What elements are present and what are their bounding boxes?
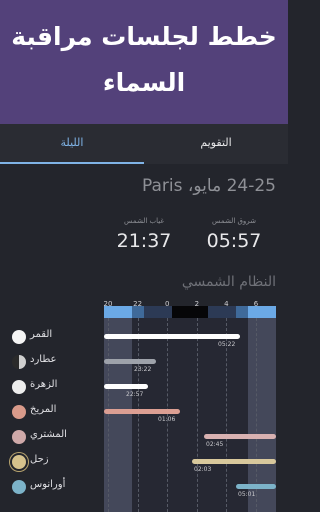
twilight-strip bbox=[104, 306, 276, 318]
headline-line1: خطط لجلسات مراقبة bbox=[11, 22, 277, 51]
headline: خطط لجلسات مراقبة السماء bbox=[0, 14, 288, 106]
tab-calendar[interactable]: التقويم bbox=[144, 124, 288, 164]
tab-tonight[interactable]: الليلة bbox=[0, 124, 144, 164]
visibility-bar bbox=[104, 359, 156, 364]
hour-gridline bbox=[196, 318, 198, 512]
planet-row[interactable]: زحل bbox=[0, 451, 104, 471]
visibility-time: 02:03 bbox=[194, 466, 212, 473]
visibility-time: 05:01 bbox=[238, 491, 256, 498]
tonight-panel: 24-25 مايو، Paris شروق الشمس 05:57 غياب … bbox=[0, 164, 288, 512]
visibility-time: 01:06 bbox=[158, 416, 176, 423]
morning-daylight bbox=[248, 312, 276, 512]
planet-row[interactable]: المشتري bbox=[0, 426, 104, 446]
jupiter-icon bbox=[12, 430, 26, 444]
planet-name: المريخ bbox=[30, 404, 57, 415]
visibility-time: 05:22 bbox=[218, 341, 236, 348]
planet-timeline[interactable]: 05:22 23:22 22:57 01:06 02:45 02:03 05:01 bbox=[104, 306, 276, 512]
venus-icon bbox=[12, 380, 26, 394]
planet-name: عطارد bbox=[30, 354, 57, 365]
app-header: خطط لجلسات مراقبة السماء bbox=[0, 0, 288, 124]
visibility-time: 22:57 bbox=[126, 391, 144, 398]
sunrise-label: شروق الشمس bbox=[211, 217, 257, 225]
visibility-bar bbox=[192, 459, 276, 464]
visibility-bar bbox=[104, 334, 240, 339]
visibility-time: 23:22 bbox=[134, 366, 152, 373]
planet-name: أورانوس bbox=[30, 479, 66, 490]
visibility-bar bbox=[104, 409, 180, 414]
planet-row[interactable]: القمر bbox=[0, 326, 104, 346]
saturn-icon bbox=[12, 455, 26, 469]
visibility-bar bbox=[236, 484, 276, 489]
hour-gridline bbox=[108, 318, 109, 512]
planet-row[interactable]: الزهرة bbox=[0, 376, 104, 396]
sunset-label: غياب الشمس bbox=[123, 217, 164, 225]
visibility-bar bbox=[104, 384, 148, 389]
date-location: 24-25 مايو، Paris bbox=[142, 176, 276, 196]
planet-name: الزهرة bbox=[30, 379, 58, 390]
planet-row[interactable]: أورانوس bbox=[0, 476, 104, 496]
sunset-block: غياب الشمس 21:37 bbox=[94, 216, 194, 254]
mercury-icon bbox=[12, 355, 26, 369]
solar-system-title: النظام الشمسي bbox=[181, 274, 276, 290]
mars-icon bbox=[12, 405, 26, 419]
moon-icon bbox=[12, 330, 26, 344]
sunset-time: 21:37 bbox=[116, 230, 172, 252]
planet-name: المشتري bbox=[30, 429, 67, 440]
visibility-bar bbox=[204, 434, 276, 439]
planet-row[interactable]: عطارد bbox=[0, 351, 104, 371]
sunrise-time: 05:57 bbox=[206, 230, 262, 252]
planet-name: زحل bbox=[30, 454, 49, 465]
hour-gridline bbox=[137, 318, 139, 512]
hour-gridline bbox=[256, 318, 257, 512]
headline-line2: السماء bbox=[102, 68, 186, 97]
planet-row[interactable]: المريخ bbox=[0, 401, 104, 421]
tab-bar: الليلة التقويم bbox=[0, 124, 288, 164]
sunrise-block: شروق الشمس 05:57 bbox=[184, 216, 284, 254]
visibility-time: 02:45 bbox=[206, 441, 224, 448]
hour-gridline bbox=[167, 318, 169, 512]
uranus-icon bbox=[12, 480, 26, 494]
planet-name: القمر bbox=[30, 329, 53, 340]
